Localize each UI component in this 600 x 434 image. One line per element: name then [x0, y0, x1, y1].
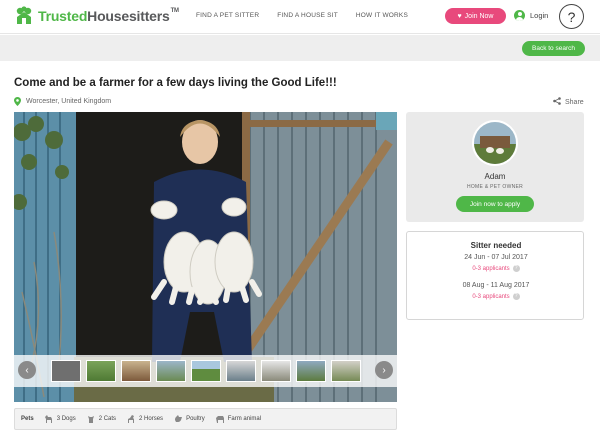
login-link[interactable]: Login — [514, 10, 548, 21]
cat-icon — [87, 416, 94, 423]
help-button[interactable]: ? — [559, 4, 584, 29]
sit-dates: 08 Aug - 11 Aug 2017 — [462, 282, 530, 289]
gallery-prev-button[interactable]: ‹ — [18, 361, 36, 379]
thumbnail[interactable] — [191, 360, 221, 382]
thumbnail-list — [51, 360, 361, 382]
thumbnail[interactable] — [121, 360, 151, 382]
house-logo-icon — [14, 6, 34, 26]
sit-applicants: 0-3 applicants? — [407, 293, 585, 300]
logo[interactable]: TrustedHousesittersTM — [14, 6, 179, 26]
join-now-button[interactable]: ♥ Join Now — [445, 8, 506, 24]
sit-applicants: 0-3 applicants? — [407, 265, 585, 272]
join-to-apply-button[interactable]: Join now to apply — [456, 196, 534, 212]
nav-find-house-sit[interactable]: FIND A HOUSE SIT — [277, 12, 338, 19]
back-to-search-button[interactable]: Back to search — [522, 41, 585, 56]
thumbnail[interactable] — [296, 360, 326, 382]
pet-poultry: Poultry — [173, 414, 205, 424]
login-label: Login — [530, 11, 549, 20]
pet-farm-animal-label: Farm animal — [227, 416, 262, 422]
sub-bar: Back to search — [0, 35, 600, 61]
listing-location: Worcester, United Kingdom — [14, 97, 111, 106]
join-now-label: Join Now — [464, 12, 494, 20]
logo-text: TrustedHousesittersTM — [38, 8, 179, 24]
owner-name: Adam — [484, 172, 506, 181]
thumbnail[interactable] — [226, 360, 256, 382]
owner-role: HOME & PET OWNER — [466, 184, 524, 190]
chicken-icon — [175, 415, 183, 422]
applicants-count[interactable]: 0-3 applicants — [472, 294, 509, 300]
top-header: TrustedHousesittersTM FIND A PET SITTER … — [0, 0, 600, 34]
sitter-needed-card: Sitter needed 24 Jun - 07 Jul 2017 0-3 a… — [406, 231, 584, 320]
thumbnail[interactable] — [331, 360, 361, 382]
nav-find-pet-sitter[interactable]: FIND A PET SITTER — [196, 12, 259, 19]
pet-poultry-label: Poultry — [186, 416, 205, 422]
sit-dates: 24 Jun - 07 Jul 2017 — [464, 254, 528, 261]
pet-horses: 2 Horses — [126, 414, 163, 424]
pet-cats-label: 2 Cats — [98, 416, 117, 422]
thumbnail-strip: ‹ › — [14, 355, 397, 387]
help-icon[interactable]: ? — [512, 293, 520, 300]
horse-icon — [128, 415, 135, 423]
listing-title: Come and be a farmer for a few days livi… — [14, 77, 337, 89]
farm-animal-icon — [215, 416, 224, 423]
owner-avatar[interactable] — [472, 120, 518, 166]
thumbnail[interactable] — [86, 360, 116, 382]
pet-dogs-label: 3 Dogs — [56, 416, 76, 422]
user-icon — [514, 10, 525, 21]
share-icon — [553, 97, 561, 107]
pets-bar: Pets 3 Dogs 2 Cats 2 Horses Poultry Farm… — [14, 408, 397, 430]
heart-icon: ♥ — [457, 12, 462, 20]
gallery-next-button[interactable]: › — [375, 361, 393, 379]
applicants-count[interactable]: 0-3 applicants — [472, 266, 509, 272]
thumbnail[interactable] — [261, 360, 291, 382]
location-pin-icon — [14, 97, 21, 106]
sitter-needed-title: Sitter needed — [470, 241, 522, 250]
nav-how-it-works[interactable]: HOW IT WORKS — [356, 12, 408, 19]
thumbnail[interactable] — [51, 360, 81, 382]
location-text: Worcester, United Kingdom — [26, 98, 112, 105]
share-label: Share — [565, 98, 584, 106]
pet-farm-animal: Farm animal — [215, 414, 261, 424]
help-icon[interactable]: ? — [512, 265, 520, 272]
pet-horses-label: 2 Horses — [139, 416, 164, 422]
share-button[interactable]: Share — [553, 97, 584, 107]
dog-icon — [44, 415, 52, 423]
pet-cats: 2 Cats — [86, 414, 116, 424]
main-nav: FIND A PET SITTER FIND A HOUSE SIT HOW I… — [196, 12, 426, 19]
thumbnail[interactable] — [156, 360, 186, 382]
owner-card: Adam HOME & PET OWNER Join now to apply — [406, 112, 584, 222]
pets-label: Pets — [21, 416, 34, 422]
pet-dogs: 3 Dogs — [44, 414, 76, 424]
